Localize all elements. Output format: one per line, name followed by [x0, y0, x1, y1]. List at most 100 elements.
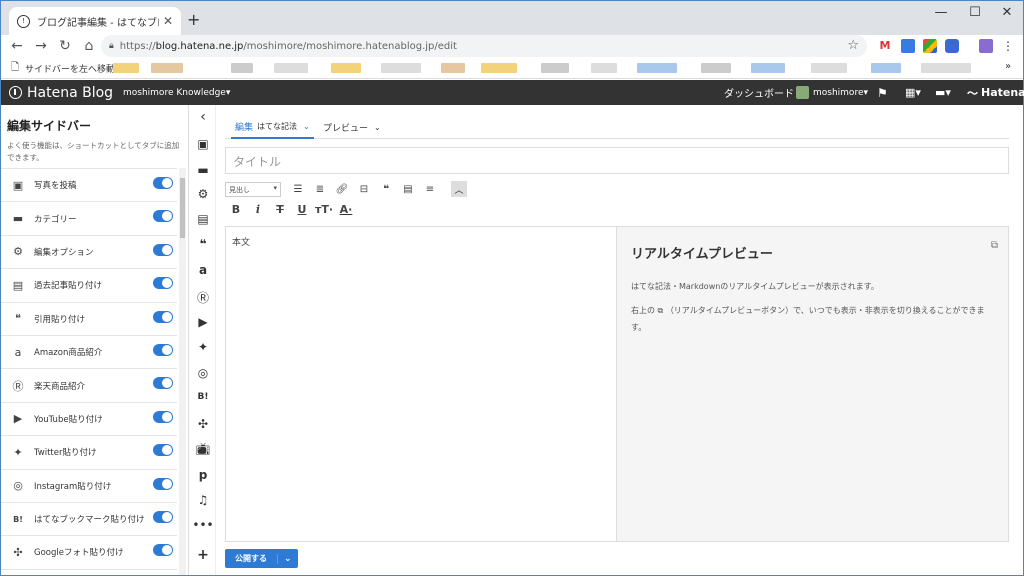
sidebar-item[interactable]: ⚙ 編集オプション: [1, 236, 177, 270]
bookmark-flag-icon[interactable]: ⚑: [877, 80, 888, 105]
horizontal-rule-icon[interactable]: ⊟: [353, 184, 375, 195]
collapse-toolbar-icon[interactable]: ︿: [451, 181, 467, 197]
forward-icon[interactable]: →: [29, 38, 53, 54]
blurred-bookmark[interactable]: [151, 63, 183, 73]
title-input[interactable]: タイトル: [225, 147, 1009, 174]
close-window-icon[interactable]: ✕: [997, 5, 1017, 20]
underline-icon[interactable]: U: [291, 203, 313, 216]
bookmark-star-icon[interactable]: ☆: [847, 38, 859, 53]
shortcut-toggle[interactable]: [153, 544, 173, 557]
chevron-down-icon[interactable]: ⌄: [277, 553, 298, 564]
blurred-bookmark[interactable]: [113, 63, 139, 73]
new-tab-icon[interactable]: +: [187, 10, 200, 29]
shortcut-toggle[interactable]: [153, 243, 173, 256]
font-size-icon[interactable]: тT·: [313, 203, 335, 216]
shortcut-toggle[interactable]: [153, 377, 173, 390]
music-icon[interactable]: ♫: [190, 493, 216, 507]
browser-tab[interactable]: ! ブログ記事編集 - はてなブログ ✕: [9, 7, 181, 35]
comment-icon[interactable]: ▬▾: [935, 80, 951, 105]
shortcut-toggle[interactable]: [153, 343, 173, 356]
quote-icon[interactable]: ❝: [190, 237, 216, 251]
extension-chat-icon[interactable]: [945, 39, 959, 53]
photo-icon[interactable]: ▣: [190, 137, 216, 151]
preview-toggle-icon[interactable]: ⧉: [991, 240, 998, 251]
more-tools-icon[interactable]: ≡: [419, 184, 441, 195]
sidebar-item[interactable]: B! はてなブックマーク貼り付け: [1, 503, 177, 537]
blurred-bookmark[interactable]: [591, 63, 617, 73]
amazon-icon[interactable]: a: [190, 263, 216, 277]
blurred-bookmark[interactable]: [751, 63, 785, 73]
extension-translate-icon[interactable]: [923, 39, 937, 53]
bookmark-item[interactable]: サイドバーを左へ移動: [25, 62, 115, 75]
minimize-icon[interactable]: —: [931, 5, 951, 20]
shortcut-toggle[interactable]: [153, 510, 173, 523]
shortcut-toggle[interactable]: [153, 444, 173, 457]
instagram-icon[interactable]: ◎: [190, 366, 216, 380]
twitter-icon[interactable]: ✦: [190, 340, 216, 354]
shortcut-toggle[interactable]: [153, 310, 173, 323]
more-bookmarks-icon[interactable]: »: [1005, 61, 1011, 72]
sidebar-item[interactable]: ▤ 過去記事貼り付け: [1, 269, 177, 303]
maximize-icon[interactable]: ☐: [965, 5, 985, 20]
hatena-blog-logo[interactable]: Hatena Blog: [9, 80, 113, 105]
tv-icon[interactable]: 📺︎: [190, 442, 216, 456]
sidebar-scrollbar[interactable]: [179, 168, 186, 575]
home-icon[interactable]: ⌂: [77, 38, 101, 54]
text-color-icon[interactable]: A·: [335, 203, 357, 216]
sidebar-item[interactable]: ✦ Twitter貼り付け: [1, 436, 177, 470]
add-icon[interactable]: +: [190, 547, 216, 563]
pixiv-icon[interactable]: p: [190, 468, 216, 482]
sidebar-item[interactable]: ❝ 引用貼り付け: [1, 303, 177, 336]
profile-icon[interactable]: [979, 39, 993, 53]
more-icon[interactable]: •••: [190, 518, 216, 532]
menu-dots-icon[interactable]: ⋮: [1001, 39, 1015, 53]
blurred-bookmark[interactable]: [541, 63, 569, 73]
folder-icon[interactable]: ▬: [190, 163, 216, 177]
apps-grid-icon[interactable]: ▦▾: [905, 80, 921, 105]
strikethrough-icon[interactable]: T: [269, 203, 291, 216]
bold-icon[interactable]: B: [225, 203, 247, 216]
blurred-bookmark[interactable]: [231, 63, 253, 73]
user-menu[interactable]: moshimore ▾: [796, 80, 868, 105]
heading-select[interactable]: 見出し: [225, 181, 281, 197]
shortcut-toggle[interactable]: [153, 210, 173, 223]
blurred-bookmark[interactable]: [921, 63, 971, 73]
youtube-icon[interactable]: ▶: [190, 315, 216, 329]
shortcut-toggle[interactable]: [153, 277, 173, 290]
gmail-icon[interactable]: M: [878, 39, 892, 53]
blurred-bookmark[interactable]: [481, 63, 517, 73]
link-icon[interactable]: 🔗︎: [331, 184, 353, 195]
blog-selector[interactable]: moshimore Knowledge ▾: [123, 80, 230, 105]
bulleted-list-icon[interactable]: ☰: [287, 184, 309, 195]
table-icon[interactable]: ▤: [397, 184, 419, 195]
sidebar-item[interactable]: Ⓡ 楽天商品紹介: [1, 369, 177, 403]
google-photos-icon[interactable]: ✣: [190, 417, 216, 431]
sidebar-item[interactable]: ✣ Googleフォト貼り付け: [1, 536, 177, 570]
collapse-sidebar-icon[interactable]: ‹: [190, 109, 216, 125]
tab-preview[interactable]: プレビュー ⌄: [323, 115, 381, 139]
publish-button[interactable]: 公開する ⌄: [225, 549, 298, 568]
dashboard-link[interactable]: ダッシュボード: [724, 80, 794, 105]
sidebar-item[interactable]: ◎ Instagram貼り付け: [1, 470, 177, 503]
blurred-bookmark[interactable]: [331, 63, 361, 73]
body-textarea[interactable]: 本文: [225, 226, 617, 542]
sidebar-item[interactable]: ▬ カテゴリー: [1, 202, 177, 236]
blurred-bookmark[interactable]: [811, 63, 847, 73]
back-icon[interactable]: ←: [5, 38, 29, 54]
blurred-bookmark[interactable]: [441, 63, 465, 73]
rakuten-icon[interactable]: Ⓡ: [190, 289, 216, 306]
numbered-list-icon[interactable]: ≣: [309, 184, 331, 195]
quote-icon[interactable]: ❝: [375, 184, 397, 195]
blurred-bookmark[interactable]: [274, 63, 308, 73]
close-tab-icon[interactable]: ✕: [163, 14, 173, 28]
sidebar-item[interactable]: ▶ YouTube貼り付け: [1, 403, 177, 437]
sidebar-item[interactable]: a Amazon商品紹介: [1, 336, 177, 370]
blurred-bookmark[interactable]: [637, 63, 677, 73]
hatena-bookmark-icon[interactable]: B!: [190, 392, 216, 402]
blurred-bookmark[interactable]: [871, 63, 901, 73]
blurred-bookmark[interactable]: [701, 63, 731, 73]
extension-check-icon[interactable]: [901, 39, 915, 53]
hatena-brand-link[interactable]: 〜 Hatena: [967, 80, 1024, 105]
url-bar[interactable]: 🔒︎ https:// blog.hatena.ne.jp /moshimore…: [101, 35, 867, 57]
gear-icon[interactable]: ⚙: [190, 187, 216, 201]
